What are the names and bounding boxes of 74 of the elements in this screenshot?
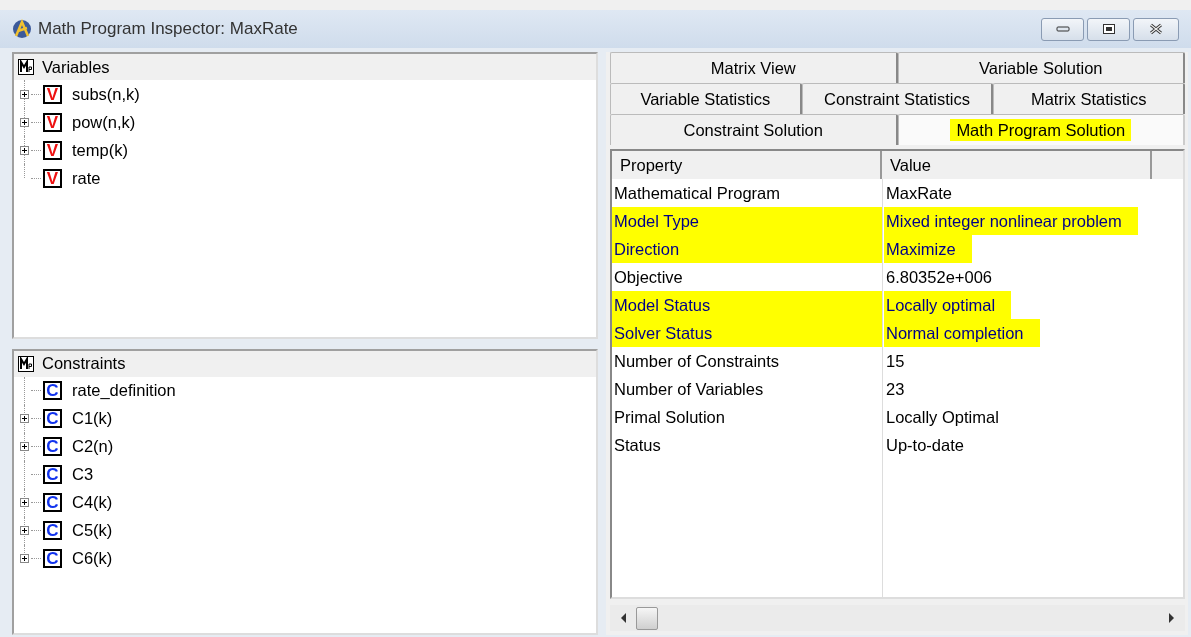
horizontal-scrollbar[interactable] (610, 605, 1185, 631)
table-cell: Solver Status (612, 319, 882, 347)
table-cell-text: 15 (885, 350, 906, 372)
variable-icon: V (43, 168, 62, 188)
column-header[interactable]: Property (612, 151, 882, 179)
table-cell: Normal completion (884, 319, 1040, 347)
expand-icon[interactable] (20, 554, 29, 563)
constraint-icon: C (43, 381, 62, 400)
tab[interactable]: Math Program Solution (897, 114, 1185, 145)
tree-item[interactable]: C1(k) (72, 409, 113, 428)
close-icon (1148, 23, 1164, 35)
expand-icon[interactable] (20, 442, 29, 451)
table-cell-text: 23 (885, 378, 906, 400)
tree-item[interactable]: rate (72, 168, 101, 188)
tab[interactable]: Variable Solution (897, 52, 1185, 83)
logo-icon (12, 19, 32, 39)
table-cell-text: Number of Variables (613, 378, 765, 400)
tree-item[interactable]: C6(k) (72, 549, 113, 568)
scroll-left-icon[interactable] (620, 612, 628, 624)
constraint-icon: C (43, 409, 62, 428)
tree-item[interactable]: C2(n) (72, 437, 114, 456)
table-cell-text: Status (613, 434, 662, 456)
table-cell-text: Mathematical Program (613, 182, 781, 204)
tree-root-label: Constraints (42, 354, 126, 373)
expand-icon[interactable] (20, 145, 29, 155)
expand-icon[interactable] (20, 498, 29, 507)
minimize-icon (1055, 25, 1070, 33)
scroll-thumb[interactable] (636, 606, 658, 630)
table-cell: Model Type (612, 207, 882, 235)
table-cell-text: MaxRate (885, 182, 954, 204)
constraint-icon: C (43, 437, 62, 456)
tree-item[interactable]: C3 (72, 465, 94, 484)
tree-item[interactable]: rate_definition (72, 381, 176, 400)
variable-icon: V (43, 140, 62, 160)
table-cell-text: Up-to-date (885, 434, 965, 456)
table-cell: Maximize (884, 235, 972, 263)
tree-root-label: Variables (42, 57, 110, 77)
tree-item[interactable]: C4(k) (72, 493, 113, 512)
table-cell: Mixed integer nonlinear problem (884, 207, 1138, 235)
constraint-icon: C (43, 465, 62, 484)
expand-icon[interactable] (20, 526, 29, 535)
variable-icon: V (43, 84, 62, 104)
mp-icon (18, 355, 34, 372)
expand-icon[interactable] (20, 117, 29, 127)
table-cell: Locally optimal (884, 291, 1012, 319)
tree-item[interactable]: temp(k) (72, 140, 128, 160)
maximize-button[interactable] (1087, 17, 1130, 41)
mp-icon (18, 59, 34, 75)
table-cell-text: Locally Optimal (885, 406, 1000, 428)
close-button[interactable] (1133, 17, 1179, 41)
table-cell-text: Objective (613, 266, 684, 288)
table-cell-text: Primal Solution (613, 406, 726, 428)
table-cell-text: Number of Constraints (613, 350, 781, 372)
tree-item[interactable]: subs(n,k) (72, 84, 140, 104)
variable-icon: V (43, 112, 62, 132)
expand-icon[interactable] (20, 414, 29, 423)
tree-item[interactable]: C5(k) (72, 521, 113, 540)
tab[interactable]: Constraint Solution (610, 114, 898, 145)
tab[interactable]: Constraint Statistics (801, 83, 994, 114)
column-header[interactable]: Value (882, 151, 1152, 179)
tab[interactable]: Matrix Statistics (993, 83, 1185, 114)
table-cell: Model Status (612, 291, 882, 319)
tab[interactable]: Matrix View (610, 52, 898, 83)
window-title: Math Program Inspector: MaxRate (38, 19, 298, 39)
table-cell-text: 6.80352e+006 (885, 266, 993, 288)
tab[interactable]: Variable Statistics (610, 83, 802, 114)
maximize-icon (1101, 23, 1116, 35)
tree-item[interactable]: pow(n,k) (72, 112, 136, 132)
constraint-icon: C (43, 521, 62, 540)
constraint-icon: C (43, 549, 62, 568)
scroll-right-icon[interactable] (1167, 612, 1175, 624)
constraint-icon: C (43, 493, 62, 512)
table-cell: Direction (612, 235, 882, 263)
expand-icon[interactable] (20, 89, 29, 99)
